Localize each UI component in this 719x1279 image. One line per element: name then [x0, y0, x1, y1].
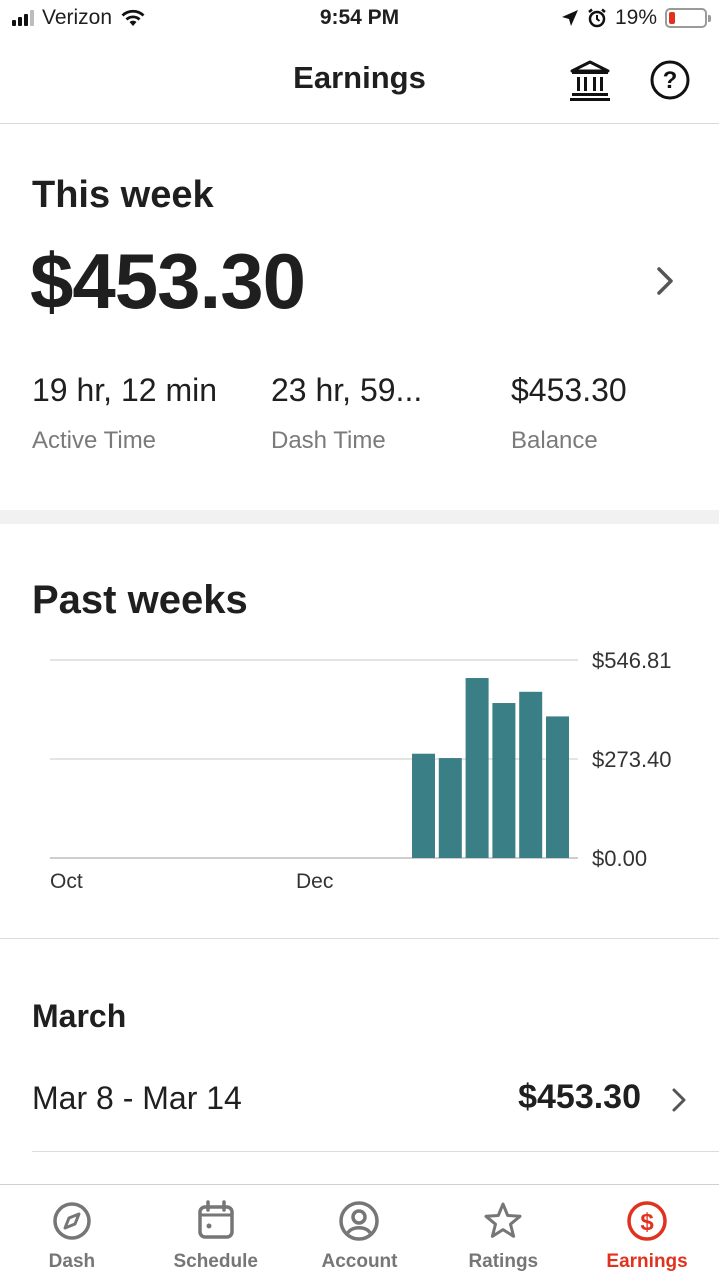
stat-value: 23 hr, 59...	[271, 372, 423, 408]
stat-active-time: 19 hr, 12 min Active Time	[32, 372, 217, 455]
y-tick-label: $546.81	[592, 648, 672, 673]
chart-bar[interactable]	[492, 703, 516, 858]
this-week-title: This week	[32, 174, 214, 216]
stat-balance: $453.30 Balance	[511, 372, 627, 455]
chart-bar[interactable]	[465, 678, 489, 858]
stat-value: 19 hr, 12 min	[32, 372, 217, 408]
battery-percent: 19%	[614, 6, 657, 29]
tab-earnings[interactable]: $ Earnings	[575, 1185, 719, 1279]
svg-text:?: ?	[663, 67, 678, 94]
this-week-card[interactable]: This week $453.30 19 hr, 12 min Active T…	[0, 124, 719, 510]
bank-icon[interactable]	[568, 58, 612, 102]
x-tick-label: Dec	[296, 870, 333, 893]
tab-label: Earnings	[606, 1251, 688, 1272]
tab-account[interactable]: Account	[288, 1185, 432, 1279]
week-row[interactable]: Mar 8 - Mar 14 $453.30	[0, 1060, 719, 1140]
status-bar: Verizon 9:54 PM 19%	[0, 0, 719, 40]
tab-bar: Dash Schedule Account Ratings $ Earnings	[0, 1184, 719, 1279]
week-range: Mar 8 - Mar 14	[32, 1080, 242, 1116]
stat-label: Active Time	[32, 427, 157, 454]
y-tick-label: $0.00	[592, 846, 647, 871]
tab-ratings[interactable]: Ratings	[431, 1185, 575, 1279]
svg-text:$: $	[640, 1209, 654, 1236]
stat-value: $453.30	[511, 372, 627, 408]
chart-bar[interactable]	[438, 758, 462, 858]
divider	[0, 938, 719, 939]
tab-label: Dash	[48, 1251, 96, 1272]
header: Earnings ?	[0, 40, 719, 124]
alarm-icon	[588, 8, 606, 28]
chevron-right-icon	[672, 1088, 686, 1112]
tab-dash[interactable]: Dash	[0, 1185, 144, 1279]
stat-label: Dash Time	[271, 427, 386, 454]
divider	[32, 1151, 719, 1152]
chevron-right-icon[interactable]	[654, 264, 676, 298]
account-icon	[339, 1201, 380, 1241]
battery-fill	[669, 12, 676, 24]
section-divider	[0, 510, 719, 524]
month-title: March	[32, 998, 127, 1034]
help-icon[interactable]: ?	[648, 58, 692, 102]
status-right: 19%	[561, 6, 711, 30]
x-tick-label: Oct	[50, 870, 83, 893]
tab-schedule[interactable]: Schedule	[144, 1185, 288, 1279]
location-icon	[561, 10, 578, 26]
tab-label: Ratings	[468, 1251, 539, 1272]
this-week-amount: $453.30	[30, 237, 306, 325]
stat-dash-time: 23 hr, 59... Dash Time	[271, 372, 422, 455]
chart-bar[interactable]	[412, 753, 435, 858]
dollar-icon: $	[627, 1201, 667, 1241]
stat-label: Balance	[511, 427, 598, 454]
past-weeks-title: Past weeks	[32, 578, 248, 622]
battery-icon	[665, 8, 711, 28]
star-icon	[484, 1202, 522, 1238]
tab-label: Account	[321, 1251, 398, 1272]
week-amount: $453.30	[518, 1078, 641, 1116]
chart-bar[interactable]	[519, 691, 543, 858]
tab-label: Schedule	[173, 1251, 258, 1272]
calendar-icon	[197, 1200, 234, 1239]
compass-icon	[53, 1202, 91, 1240]
y-tick-label: $273.40	[592, 747, 672, 772]
chart-bar[interactable]	[546, 716, 569, 858]
past-weeks-chart[interactable]: $546.81 $273.40 $0.00 Oct Dec	[0, 640, 719, 900]
